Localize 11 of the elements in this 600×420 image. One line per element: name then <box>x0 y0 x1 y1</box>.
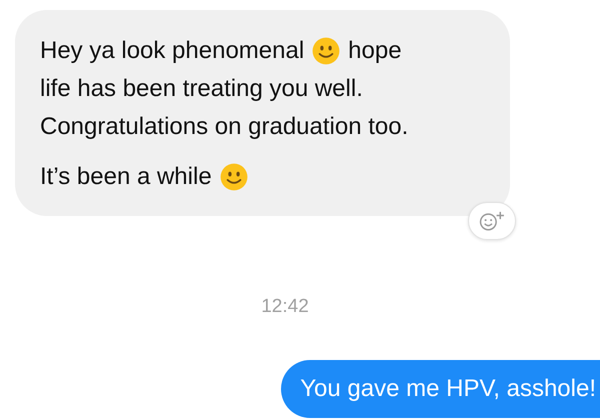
smiley-icon <box>312 37 340 65</box>
timestamp: 12:42 <box>261 296 309 318</box>
smiley-icon <box>220 163 248 191</box>
message-text: life has been treating you well. <box>40 74 363 104</box>
message-text: hope <box>348 36 402 66</box>
add-emoji-icon <box>478 210 506 232</box>
message-text: It’s been a while <box>40 162 212 192</box>
message-text: Hey ya look phenomenal <box>40 36 304 66</box>
add-reaction-button[interactable] <box>468 202 516 240</box>
message-text: You gave me HPV, asshole! <box>300 375 596 402</box>
message-text: Congratulations on graduation too. <box>40 112 408 142</box>
